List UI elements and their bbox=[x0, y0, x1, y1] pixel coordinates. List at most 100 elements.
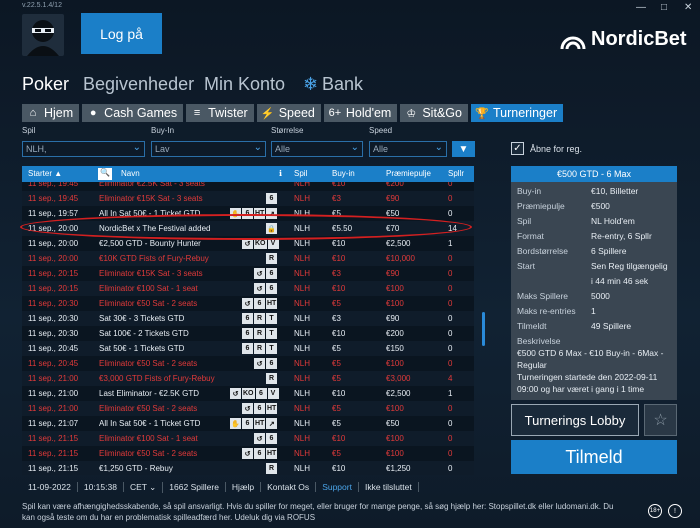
table-row[interactable]: 11 sep., 21:15 Eliminator €100 Sat - 1 se… bbox=[22, 431, 474, 446]
favorite-star-icon[interactable]: ☆ bbox=[644, 404, 677, 436]
login-button[interactable]: Log på bbox=[81, 13, 162, 54]
cell-name: Eliminator €100 Sat - 1 seat bbox=[99, 434, 198, 443]
nav-bank[interactable]: Bank bbox=[322, 74, 363, 95]
badge-icon: 6 bbox=[242, 418, 253, 429]
filter-game-select[interactable]: NLH, ⌄ bbox=[22, 141, 145, 157]
table-row[interactable]: 11 sep., 21:00 Last Eliminator - €2.5K GT… bbox=[22, 386, 474, 401]
scrollbar[interactable] bbox=[482, 312, 485, 346]
col-players[interactable]: Spllr bbox=[448, 169, 464, 178]
tab-sit-go[interactable]: ♔ Sit&Go bbox=[400, 104, 468, 122]
cell-players: 0 bbox=[448, 269, 453, 278]
close-icon[interactable]: ✕ bbox=[684, 2, 692, 13]
filter-size-value: Alle bbox=[275, 144, 291, 154]
table-row[interactable]: 11 sep., 20:15 Eliminator €100 Sat - 1 se… bbox=[22, 281, 474, 296]
table-row[interactable]: 11 sep., 20:15 Eliminator €15K Sat - 3 se… bbox=[22, 266, 474, 281]
register-button[interactable]: Tilmeld bbox=[511, 440, 677, 474]
table-row[interactable]: 11 sep., 19:45 Eliminator €2.5K Sat - 3 s… bbox=[22, 182, 474, 191]
tab-hold-em[interactable]: 6+ Hold'em bbox=[323, 104, 398, 122]
table-row[interactable]: 11 sep., 20:30 Sat 30€ - 3 Tickets GTD NLH… bbox=[22, 311, 474, 326]
table-row[interactable]: 11 sep., 19:57 All In Sat 50€ - 1 Ticket … bbox=[22, 206, 474, 221]
status-bar: 11-09-2022 10:15:38 CET ⌄ 1662 Spillere … bbox=[22, 480, 419, 494]
filter-size-select[interactable]: Alle ⌄ bbox=[271, 141, 363, 157]
tab-cash-games[interactable]: ● Cash Games bbox=[82, 104, 184, 122]
tab-hjem[interactable]: ⌂ Hjem bbox=[22, 104, 80, 122]
nav-poker[interactable]: Poker bbox=[22, 74, 69, 95]
cell-players: 0 bbox=[448, 182, 453, 188]
cell-start: 11 sep., 20:30 bbox=[28, 314, 79, 323]
tab-label: Hjem bbox=[44, 106, 74, 120]
cell-name: Sat 100€ - 2 Tickets GTD bbox=[99, 329, 189, 338]
tab-twister[interactable]: ≡ Twister bbox=[186, 104, 254, 122]
tab-label: Hold'em bbox=[345, 106, 392, 120]
filter-buyin-select[interactable]: Lav ⌄ bbox=[151, 141, 266, 157]
table-row[interactable]: 11 sep., 21:15 €1,250 GTD - Rebuy NLH €10 €1… bbox=[22, 461, 474, 475]
table-row[interactable]: 11 sep., 21:00 Eliminator €50 Sat - 2 sea… bbox=[22, 401, 474, 416]
table-row[interactable]: 11 sep., 20:00 NordicBet x The Festival a… bbox=[22, 221, 474, 236]
support-link[interactable]: Support bbox=[316, 482, 359, 492]
col-start[interactable]: Starter ▲ bbox=[28, 169, 62, 178]
tab-icon: 6+ bbox=[328, 107, 342, 119]
tab-speed[interactable]: ⚡ Speed bbox=[256, 104, 321, 122]
cell-name: Eliminator €50 Sat - 2 seats bbox=[99, 359, 198, 368]
col-buyin[interactable]: Buy-in bbox=[332, 169, 355, 178]
cell-start: 11 sep., 21:15 bbox=[28, 434, 79, 443]
cell-buyin: €5 bbox=[332, 344, 341, 353]
chevron-down-icon: ⌄ bbox=[253, 142, 262, 153]
checkbox[interactable]: ✓ bbox=[511, 142, 524, 155]
footer-line-1: Spil kan være afhængighedsskabende, så s… bbox=[22, 502, 614, 511]
info-circle-icon[interactable]: ! bbox=[668, 504, 682, 518]
tournament-lobby-button[interactable]: Turnerings Lobby bbox=[511, 404, 639, 436]
row-badges: ↺ 6 HT bbox=[242, 448, 278, 459]
table-row[interactable]: 11 sep., 20:30 Eliminator €50 Sat - 2 sea… bbox=[22, 296, 474, 311]
table-row[interactable]: 11 sep., 20:00 €10K GTD Fists of Fury-Reb… bbox=[22, 251, 474, 266]
row-badges: 6RT bbox=[242, 328, 277, 339]
cell-players: 0 bbox=[448, 344, 453, 353]
cell-prize: €100 bbox=[386, 359, 404, 368]
nav-account[interactable]: Min Konto bbox=[204, 74, 285, 95]
table-row[interactable]: 11 sep., 20:30 Sat 100€ - 2 Tickets GTD NL… bbox=[22, 326, 474, 341]
details-value: 6 Spillere bbox=[591, 246, 627, 256]
cell-players: 0 bbox=[448, 299, 453, 308]
filter-icon[interactable]: ▼ bbox=[452, 141, 475, 157]
table-row[interactable]: 11 sep., 21:15 Eliminator €50 Sat - 2 sea… bbox=[22, 446, 474, 461]
details-value: NL Hold'em bbox=[591, 216, 635, 226]
row-badges: ↺ 6 bbox=[254, 358, 277, 369]
contact-link[interactable]: Kontakt Os bbox=[261, 482, 317, 492]
badge-icon: R bbox=[266, 253, 277, 264]
maximize-icon[interactable]: □ bbox=[661, 2, 667, 13]
brand-logo: NordicBet bbox=[560, 28, 687, 51]
snowflake-icon: ❄ bbox=[303, 74, 319, 94]
table-row[interactable]: 11 sep., 21:07 All In Sat 50€ - 1 Ticket … bbox=[22, 416, 474, 431]
table-row[interactable]: 11 sep., 20:00 €2,500 GTD - Bounty Hunter… bbox=[22, 236, 474, 251]
col-prize[interactable]: Præmiepulje bbox=[386, 169, 431, 178]
avatar[interactable] bbox=[22, 14, 64, 56]
tab-turneringer[interactable]: 🏆 Turneringer bbox=[470, 104, 564, 122]
badge-icon: 6 bbox=[266, 283, 277, 294]
cell-prize: €2,500 bbox=[386, 389, 411, 398]
badge-icon: R bbox=[266, 463, 277, 474]
filter-speed-label: Speed bbox=[369, 126, 393, 135]
cell-name: All In Sat 50€ - 1 Ticket GTD bbox=[99, 419, 201, 428]
status-timezone[interactable]: CET ⌄ bbox=[124, 481, 164, 493]
col-name[interactable]: Navn bbox=[121, 169, 140, 178]
help-link[interactable]: Hjælp bbox=[226, 482, 262, 492]
table-row[interactable]: 11 sep., 19:45 Eliminator €15K Sat - 3 se… bbox=[22, 191, 474, 206]
connection-status: Ikke tilsluttet bbox=[359, 482, 419, 492]
info-icon[interactable]: ℹ bbox=[279, 169, 282, 178]
col-game[interactable]: Spil bbox=[294, 169, 307, 178]
table-row[interactable]: 11 sep., 21:00 €3,000 GTD Fists of Fury-R… bbox=[22, 371, 474, 386]
cell-name: Eliminator €15K Sat - 3 seats bbox=[99, 194, 203, 203]
nav-events[interactable]: Begivenheder bbox=[83, 74, 194, 95]
minimize-icon[interactable]: — bbox=[636, 2, 646, 13]
filter-speed-select[interactable]: Alle ⌄ bbox=[369, 141, 447, 157]
details-key: Format bbox=[517, 231, 544, 241]
table-row[interactable]: 11 sep., 20:45 Sat 50€ - 1 Tickets GTD NLH… bbox=[22, 341, 474, 356]
search-icon[interactable]: 🔍 bbox=[98, 168, 112, 180]
details-key: Start bbox=[517, 261, 535, 271]
table-header: Starter ▲ 🔍 Navn ℹ Spil Buy-in Præmiepul… bbox=[22, 166, 474, 182]
cell-players: 0 bbox=[448, 404, 453, 413]
details-key: Beskrivelse bbox=[517, 336, 561, 346]
open-for-reg-toggle[interactable]: ✓ Åbne for reg. bbox=[511, 142, 582, 155]
details-desc-2: Regular bbox=[517, 360, 547, 370]
table-row[interactable]: 11 sep., 20:45 Eliminator €50 Sat - 2 sea… bbox=[22, 356, 474, 371]
